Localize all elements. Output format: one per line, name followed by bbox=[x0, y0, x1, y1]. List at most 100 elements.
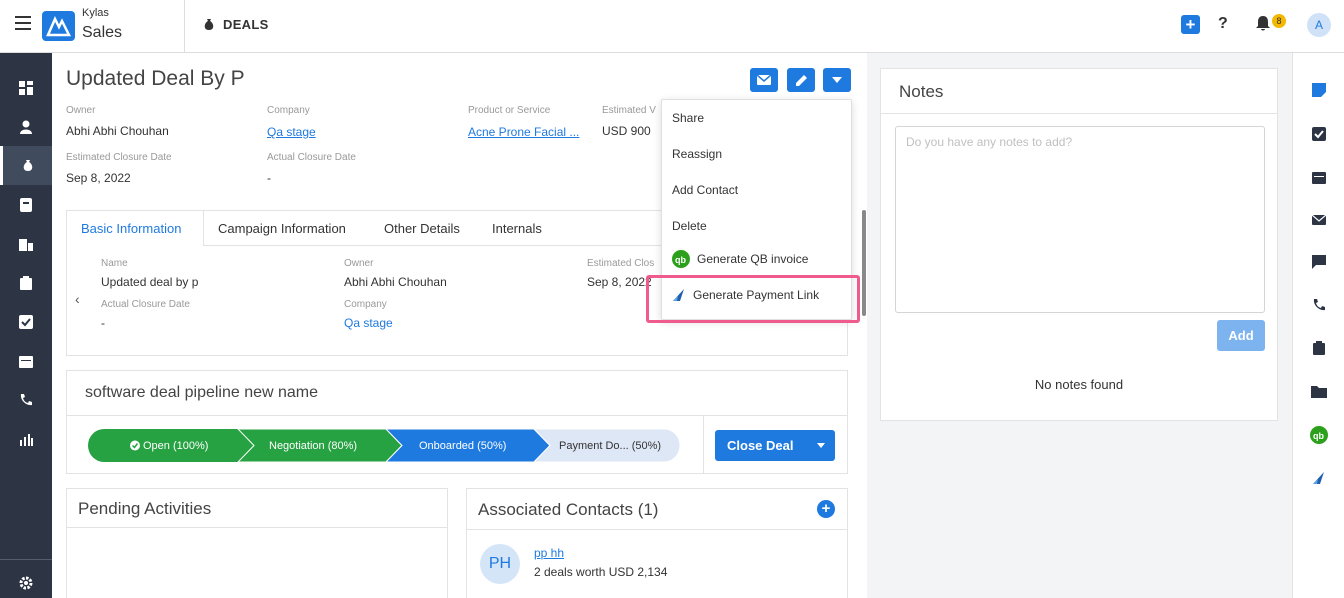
actual-close-value: - bbox=[101, 316, 105, 330]
envelope-icon[interactable] bbox=[1293, 209, 1344, 231]
calendar-icon[interactable] bbox=[0, 341, 52, 380]
owner-label: Owner bbox=[344, 258, 374, 269]
sticky-note-icon[interactable] bbox=[1293, 79, 1344, 101]
menu-item-label: Share bbox=[672, 111, 705, 125]
no-notes-message: No notes found bbox=[1034, 377, 1124, 392]
quickbooks-icon[interactable]: qb bbox=[1293, 424, 1344, 446]
phone-icon[interactable] bbox=[1293, 294, 1344, 316]
name-label: Name bbox=[101, 258, 128, 269]
more-actions-button[interactable] bbox=[823, 68, 851, 92]
edit-button[interactable] bbox=[787, 68, 815, 92]
svg-text:qb: qb bbox=[1313, 431, 1324, 441]
payment-link-icon[interactable] bbox=[1293, 467, 1344, 489]
pencil-icon bbox=[795, 74, 807, 86]
tasks-icon[interactable] bbox=[0, 302, 52, 341]
company-label: Company bbox=[267, 105, 310, 116]
pending-activities-panel: Pending Activities bbox=[66, 488, 448, 598]
est-close-value: Sep 8, 2022 bbox=[66, 171, 131, 185]
add-contact-plus-icon[interactable]: + bbox=[817, 500, 835, 518]
owner-label: Owner bbox=[66, 105, 96, 116]
company-link[interactable]: Qa stage bbox=[267, 125, 316, 139]
menu-item-share[interactable]: Share bbox=[672, 111, 704, 125]
chat-bubble-icon[interactable] bbox=[1293, 251, 1344, 273]
close-deal-button[interactable]: Close Deal bbox=[715, 430, 835, 461]
owner-value: Abhi Abhi Chouhan bbox=[66, 124, 169, 138]
actual-close-label: Actual Closure Date bbox=[267, 152, 356, 163]
deals-icon[interactable] bbox=[0, 146, 52, 185]
bell-icon[interactable] bbox=[1255, 15, 1273, 33]
highlight-box bbox=[646, 275, 860, 323]
notes-card: Notes Add No notes found bbox=[880, 68, 1278, 421]
contact-name-link[interactable]: pp hh bbox=[534, 546, 564, 560]
contact-avatar: PH bbox=[480, 544, 520, 584]
add-note-button[interactable]: Add bbox=[1217, 320, 1265, 351]
company-label: Company bbox=[344, 299, 387, 310]
panel-title: Associated Contacts (1) bbox=[478, 500, 659, 519]
tab-campaign-information[interactable]: Campaign Information bbox=[218, 211, 346, 246]
reports-icon[interactable] bbox=[0, 419, 52, 458]
module-title: DEALS bbox=[203, 17, 269, 32]
actual-close-label: Actual Closure Date bbox=[101, 299, 190, 310]
check-circle-icon bbox=[130, 440, 140, 451]
notes-input[interactable] bbox=[895, 126, 1265, 313]
caret-down-icon bbox=[832, 77, 842, 83]
user-avatar[interactable]: A bbox=[1307, 13, 1331, 37]
notification-badge: 8 bbox=[1272, 14, 1286, 28]
pipeline-title: software deal pipeline new name bbox=[85, 384, 319, 401]
name-value: Updated deal by p bbox=[101, 275, 199, 289]
clipboard-icon[interactable] bbox=[1293, 337, 1344, 359]
owner-value: Abhi Abhi Chouhan bbox=[344, 275, 447, 289]
tab-internals[interactable]: Internals bbox=[492, 211, 542, 246]
menu-item-label: Reassign bbox=[672, 147, 723, 161]
kylas-logo bbox=[42, 11, 75, 41]
quick-add-button[interactable]: + bbox=[1181, 15, 1200, 34]
email-button[interactable] bbox=[750, 68, 778, 92]
left-sidebar bbox=[0, 53, 52, 598]
menu-item-generate-qb-invoice[interactable]: qb Generate QB invoice bbox=[672, 250, 808, 268]
sidebar-divider bbox=[0, 559, 52, 560]
task-check-icon[interactable] bbox=[1293, 123, 1344, 145]
help-icon[interactable]: ? bbox=[1218, 15, 1228, 33]
deal-title: Updated Deal By P bbox=[66, 67, 245, 90]
dashboard-icon[interactable] bbox=[0, 68, 52, 107]
divider bbox=[67, 527, 447, 528]
hamburger-menu-icon[interactable] bbox=[15, 16, 31, 30]
user-icon[interactable] bbox=[0, 107, 52, 146]
notes-title: Notes bbox=[899, 82, 944, 101]
close-deal-label: Close Deal bbox=[727, 438, 794, 453]
tab-basic-information[interactable]: Basic Information bbox=[67, 211, 204, 246]
menu-item-label: Add Contact bbox=[672, 183, 739, 197]
menu-item-delete[interactable]: Delete bbox=[672, 219, 707, 233]
menu-item-reassign[interactable]: Reassign bbox=[672, 147, 722, 161]
menu-item-label: Delete bbox=[672, 219, 707, 233]
divider bbox=[881, 113, 1277, 114]
est-close-label: Estimated Clos bbox=[587, 258, 655, 269]
est-close-label: Estimated Closure Date bbox=[66, 152, 172, 163]
estimated-value: USD 900 bbox=[602, 124, 651, 138]
menu-item-add-contact[interactable]: Add Contact bbox=[672, 183, 738, 197]
stage-label: Negotiation (80%) bbox=[269, 440, 357, 452]
calendar-icon[interactable] bbox=[1293, 166, 1344, 188]
chevron-left-icon[interactable]: ‹ bbox=[75, 291, 80, 307]
tab-other-details[interactable]: Other Details bbox=[384, 211, 460, 246]
scrollbar-thumb[interactable] bbox=[862, 210, 866, 316]
stage-label: Payment Do... (50%) bbox=[559, 440, 661, 452]
caret-down-icon[interactable] bbox=[817, 443, 825, 448]
clipboard-icon[interactable] bbox=[0, 263, 52, 302]
envelope-icon bbox=[757, 75, 771, 85]
phone-icon[interactable] bbox=[0, 380, 52, 419]
settings-gear-icon[interactable] bbox=[0, 563, 52, 598]
company-link[interactable]: Qa stage bbox=[344, 316, 393, 330]
folder-icon[interactable] bbox=[1293, 380, 1344, 402]
top-bar: Kylas Sales DEALS + ? 8 A bbox=[0, 0, 1344, 53]
associated-contacts-panel: Associated Contacts (1) + PH pp hh 2 dea… bbox=[466, 488, 848, 598]
product-link[interactable]: Acne Prone Facial ... bbox=[468, 125, 579, 139]
money-bag-icon bbox=[204, 19, 214, 30]
contacts-book-icon[interactable] bbox=[0, 185, 52, 224]
pipeline-card: software deal pipeline new name Open (10… bbox=[66, 370, 848, 474]
company-icon[interactable] bbox=[0, 224, 52, 263]
brand-name: Kylas bbox=[82, 7, 109, 19]
estimated-value-label: Estimated V bbox=[602, 105, 656, 116]
right-rail: qb bbox=[1292, 53, 1344, 598]
panel-title: Pending Activities bbox=[78, 499, 212, 518]
